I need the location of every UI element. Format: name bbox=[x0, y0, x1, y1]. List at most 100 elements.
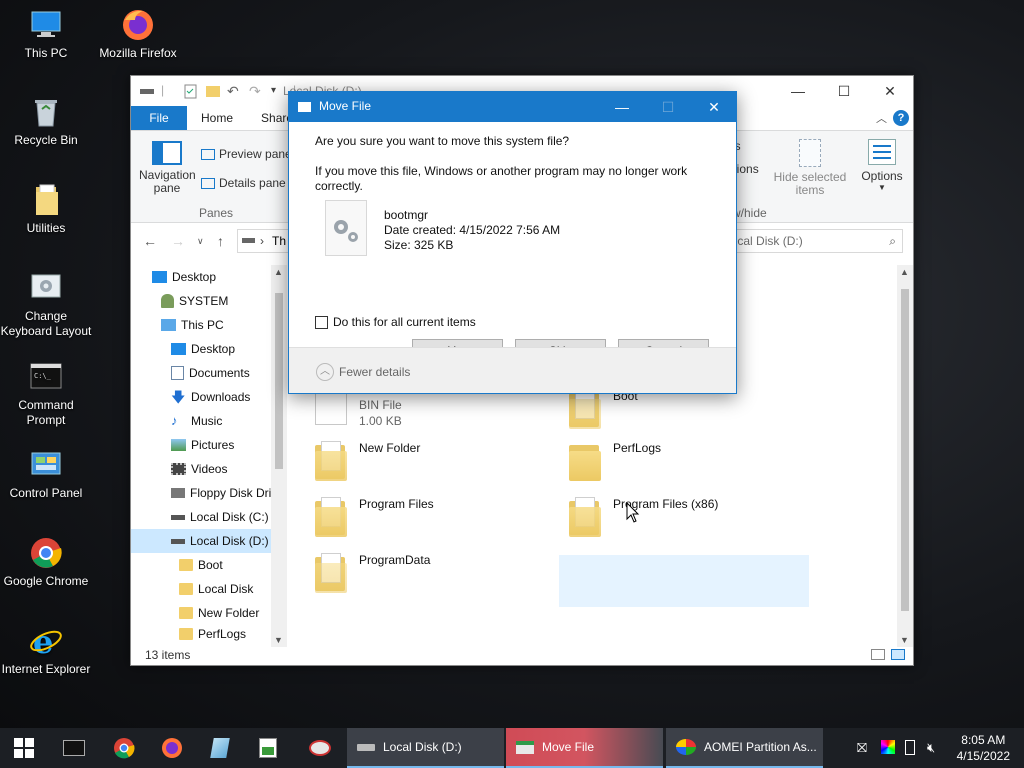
maximize-button[interactable]: ☐ bbox=[645, 92, 691, 122]
tab-file[interactable]: File bbox=[131, 106, 187, 130]
desktop-icon-recycle-bin[interactable]: Recycle Bin bbox=[0, 95, 92, 148]
minimize-button[interactable]: — bbox=[775, 76, 821, 106]
desktop-icon-label: This PC bbox=[24, 46, 68, 60]
nav-item-pictures[interactable]: Pictures bbox=[131, 433, 287, 457]
preview-pane-icon bbox=[201, 148, 215, 160]
system-clock[interactable]: 8:05 AM 4/15/2022 bbox=[957, 732, 1010, 764]
start-button[interactable] bbox=[0, 728, 48, 768]
redo-icon[interactable]: ↷ bbox=[249, 83, 265, 99]
file-item-program-files[interactable]: Program Files bbox=[315, 495, 535, 537]
nav-item-music[interactable]: ♪ Music bbox=[131, 409, 287, 433]
file-item-programdata[interactable]: ProgramData bbox=[315, 551, 535, 593]
taskbar-task-move-file[interactable]: Move File bbox=[506, 728, 663, 768]
hide-items-icon bbox=[799, 139, 821, 167]
nav-item-floppy[interactable]: Floppy Disk Dri bbox=[131, 481, 287, 505]
scrollbar-thumb[interactable] bbox=[275, 293, 283, 469]
show-hide-group-label: w/hide bbox=[732, 206, 767, 220]
dialog-titlebar: Move File — ☐ ✕ bbox=[289, 92, 736, 122]
scrollbar-thumb[interactable] bbox=[901, 289, 909, 611]
preview-pane-button[interactable]: Preview pane bbox=[201, 147, 292, 161]
chevron-up-icon[interactable]: ︿ bbox=[316, 363, 334, 381]
undo-icon[interactable]: ↶ bbox=[227, 83, 243, 99]
desktop-icon-command-prompt[interactable]: C:\_ Command Prompt bbox=[0, 360, 92, 428]
taskbar-firefox-button[interactable] bbox=[150, 728, 194, 768]
nav-item-local-disk-d[interactable]: Local Disk (D:) bbox=[131, 529, 271, 553]
minimize-button[interactable]: — bbox=[599, 92, 645, 122]
scroll-up-arrow[interactable]: ▲ bbox=[900, 267, 909, 277]
nav-item-new-folder[interactable]: New Folder bbox=[131, 601, 287, 625]
taskbar-paint-button[interactable] bbox=[296, 728, 344, 768]
apply-all-label[interactable]: Do this for all current items bbox=[333, 315, 476, 330]
scroll-down-arrow[interactable]: ▼ bbox=[900, 635, 909, 645]
firefox-icon bbox=[162, 738, 182, 758]
close-button[interactable]: ✕ bbox=[867, 76, 913, 106]
search-input[interactable]: h Local Disk (D:) ⌕ bbox=[709, 229, 903, 253]
control-panel-icon bbox=[29, 448, 63, 482]
network-icon[interactable]: ⛝ bbox=[857, 740, 867, 756]
details-view-icon[interactable] bbox=[871, 649, 885, 660]
navigation-pane-button[interactable]: Navigation pane bbox=[139, 141, 196, 195]
chevron-up-icon[interactable]: ︿ bbox=[876, 110, 887, 126]
file-item-perflogs-hover-bg bbox=[559, 555, 809, 607]
floppy-drive-icon bbox=[171, 488, 185, 498]
nav-item-perflogs[interactable]: PerfLogs bbox=[131, 625, 287, 643]
desktop-icon-google-chrome[interactable]: Google Chrome bbox=[0, 536, 92, 589]
file-name: New Folder bbox=[359, 441, 421, 455]
desktop-icon-change-keyboard[interactable]: Change Keyboard Layout bbox=[0, 271, 92, 339]
nav-pane-scrollbar[interactable]: ▲ ▼ bbox=[271, 265, 287, 647]
file-size: Size: 325 KB bbox=[384, 238, 454, 252]
folder-icon bbox=[179, 559, 193, 571]
drive-icon bbox=[139, 83, 155, 99]
color-settings-icon[interactable] bbox=[881, 740, 895, 757]
properties-icon[interactable] bbox=[183, 83, 199, 99]
desktop-icon-this-pc[interactable]: This PC bbox=[0, 8, 92, 61]
taskbar-task-manager-button[interactable] bbox=[246, 728, 290, 768]
desktop-icon-internet-explorer[interactable]: e Internet Explorer bbox=[0, 623, 92, 677]
options-button[interactable]: Options ▼ bbox=[855, 139, 909, 192]
nav-item-this-pc[interactable]: This PC bbox=[131, 313, 287, 337]
desktop-icon-label: Internet Explorer bbox=[1, 662, 91, 676]
scroll-up-arrow[interactable]: ▲ bbox=[274, 267, 283, 277]
desktop-icon-firefox[interactable]: Mozilla Firefox bbox=[92, 8, 184, 61]
large-icons-view-icon[interactable] bbox=[891, 649, 905, 660]
desktop-icon-utilities[interactable]: Utilities bbox=[0, 183, 92, 236]
taskbar-task-aomei[interactable]: AOMEI Partition As... bbox=[666, 728, 823, 768]
taskbar-task-local-disk[interactable]: Local Disk (D:) bbox=[347, 728, 504, 768]
back-button[interactable]: ← bbox=[143, 233, 157, 249]
usb-icon[interactable] bbox=[905, 740, 915, 758]
nav-item-desktop[interactable]: Desktop bbox=[131, 337, 287, 361]
nav-item-local-disk[interactable]: Local Disk bbox=[131, 577, 287, 601]
forward-button[interactable]: → bbox=[171, 233, 185, 249]
file-list-scrollbar[interactable]: ▲ ▼ bbox=[897, 265, 913, 647]
taskbar-cmd-button[interactable] bbox=[52, 728, 96, 768]
nav-item-videos[interactable]: Videos bbox=[131, 457, 287, 481]
nav-item-system[interactable]: SYSTEM bbox=[131, 289, 287, 313]
nav-item-downloads[interactable]: 🡇 Downloads bbox=[131, 385, 287, 409]
fewer-details-link[interactable]: Fewer details bbox=[339, 365, 410, 380]
nav-item-boot[interactable]: Boot bbox=[131, 553, 287, 577]
taskbar-app-button[interactable] bbox=[198, 728, 242, 768]
file-item-program-files-x86[interactable]: Program Files (x86) bbox=[569, 495, 789, 537]
nav-item-desktop-root[interactable]: Desktop bbox=[131, 265, 287, 289]
drive-icon bbox=[171, 514, 185, 520]
new-folder-icon[interactable] bbox=[205, 83, 221, 99]
maximize-button[interactable]: ☐ bbox=[821, 76, 867, 106]
scroll-down-arrow[interactable]: ▼ bbox=[274, 635, 283, 645]
status-bar: 13 items bbox=[131, 645, 913, 665]
hide-selected-items-button[interactable]: Hide selected items bbox=[773, 139, 847, 197]
tab-home[interactable]: Home bbox=[187, 106, 247, 130]
recent-locations-button[interactable]: ∨ bbox=[197, 236, 204, 247]
taskbar-chrome-button[interactable] bbox=[102, 728, 146, 768]
nav-item-local-disk-c[interactable]: Local Disk (C:) bbox=[131, 505, 287, 529]
close-button[interactable]: ✕ bbox=[691, 92, 737, 122]
desktop-icon-control-panel[interactable]: Control Panel bbox=[0, 448, 92, 501]
volume-muted-icon[interactable]: 🔇︎ bbox=[927, 740, 935, 756]
up-button[interactable]: ↑ bbox=[217, 233, 224, 249]
help-icon[interactable]: ? bbox=[893, 110, 909, 126]
file-item-perflogs[interactable]: PerfLogs bbox=[569, 439, 789, 481]
move-file-icon bbox=[516, 740, 534, 754]
nav-item-documents[interactable]: Documents bbox=[131, 361, 287, 385]
details-pane-button[interactable]: Details pane bbox=[201, 176, 286, 190]
apply-all-checkbox[interactable] bbox=[315, 316, 328, 329]
file-item-new-folder[interactable]: New Folder bbox=[315, 439, 535, 481]
